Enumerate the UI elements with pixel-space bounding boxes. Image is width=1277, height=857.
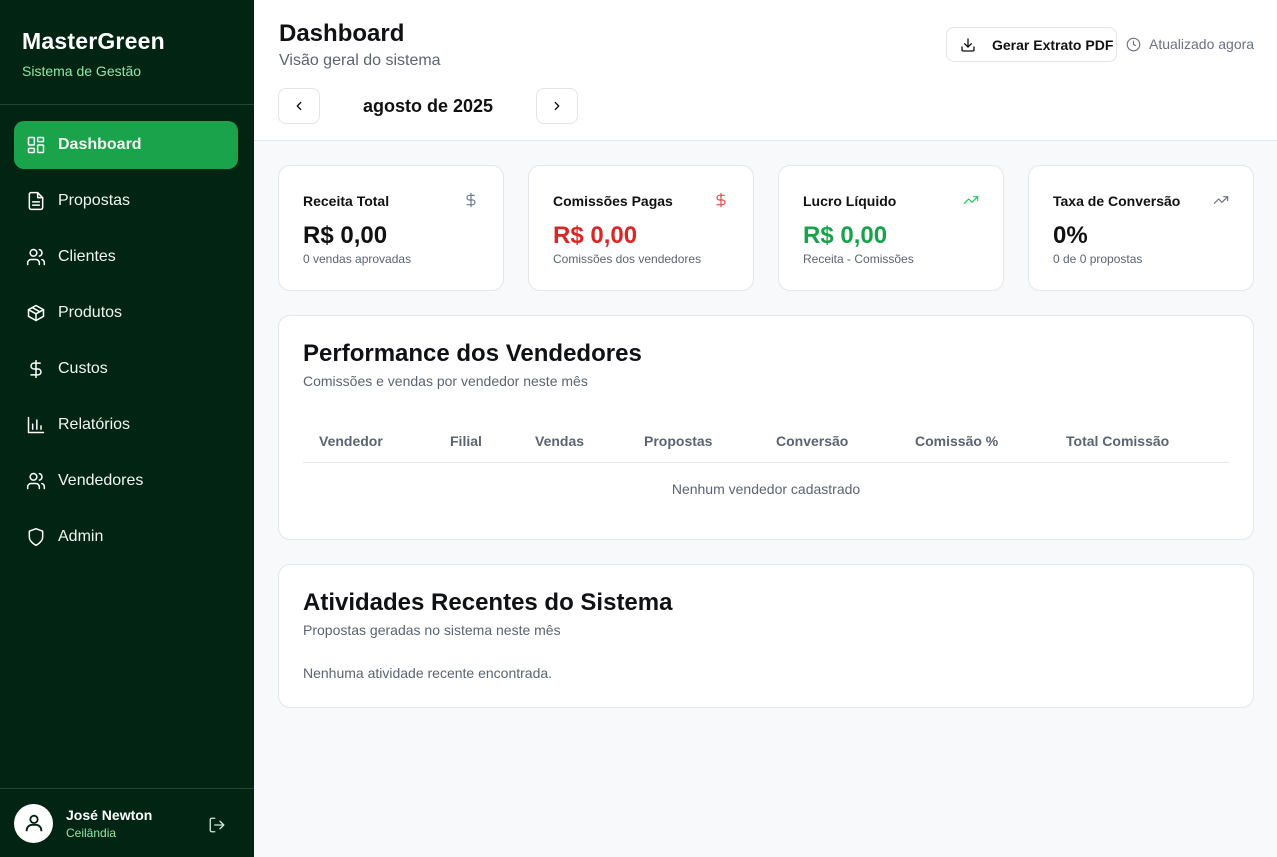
next-month-button[interactable] — [536, 88, 578, 124]
users-icon — [26, 247, 46, 267]
dollar-icon — [463, 192, 479, 208]
stat-note: 0 vendas aprovadas — [303, 252, 412, 266]
activities-title: Atividades Recentes do Sistema — [303, 589, 673, 616]
stat-label: Comissões Pagas — [553, 193, 673, 209]
previous-month-button[interactable] — [278, 88, 320, 124]
sidebar-item-custos[interactable]: Custos — [14, 345, 238, 393]
sidebar-item-label: Admin — [58, 528, 104, 545]
user-name: José Newton — [66, 806, 153, 823]
avatar[interactable] — [14, 803, 53, 843]
stat-note: 0 de 0 propostas — [1053, 252, 1143, 266]
empty-state: Nenhum vendedor cadastrado — [671, 481, 861, 497]
download-icon — [961, 37, 975, 52]
performance-card: Performance dos Vendedores Comissões e v… — [278, 315, 1254, 540]
sidebar-item-label: Produtos — [58, 304, 123, 321]
chevron-left-icon — [296, 101, 302, 111]
column-header: Comissão % — [915, 433, 999, 449]
column-header: Propostas — [644, 433, 713, 449]
brand-title: MasterGreen — [22, 28, 165, 54]
sidebar-item-produtos[interactable]: Produtos — [14, 289, 238, 337]
sidebar-item-label: Relatórios — [58, 416, 131, 433]
activities-subtitle: Propostas geradas no sistema neste mês — [303, 622, 561, 638]
stat-label: Lucro Líquido — [803, 193, 897, 209]
month-label: agosto de 2025 — [362, 96, 494, 116]
chevron-right-icon — [554, 101, 560, 111]
stat-value: R$ 0,00 — [553, 222, 638, 249]
file-text-icon — [26, 191, 46, 211]
generate-pdf-button[interactable]: Gerar Extrato PDF — [946, 27, 1117, 62]
trending-up-icon — [1213, 192, 1229, 208]
user-icon — [25, 814, 42, 832]
stat-label: Receita Total — [303, 193, 390, 209]
generate-pdf-label: Gerar Extrato PDF — [992, 36, 1114, 53]
performance-subtitle: Comissões e vendas por vendedor neste mê… — [303, 373, 588, 389]
page-subtitle: Visão geral do sistema — [279, 52, 441, 69]
sidebar-item-propostas[interactable]: Propostas — [14, 177, 238, 225]
brand-subtitle: Sistema de Gestão — [22, 63, 142, 79]
user-location: Ceilândia — [66, 825, 117, 840]
updated-status: Atualizado agora — [1126, 36, 1254, 52]
layout-dashboard-icon — [26, 135, 46, 155]
page-title: Dashboard — [279, 20, 405, 47]
stat-value: R$ 0,00 — [303, 222, 388, 249]
shield-icon — [26, 527, 46, 547]
dollar-icon — [713, 192, 729, 208]
performance-table-header: Vendedor Filial Vendas Propostas Convers… — [303, 419, 1229, 463]
sidebar-item-dashboard[interactable]: Dashboard — [14, 121, 238, 169]
stat-note: Comissões dos vendedores — [553, 252, 702, 266]
column-header: Conversão — [776, 433, 849, 449]
users-icon — [26, 471, 46, 491]
sidebar: MasterGreen Sistema de Gestão Dashboard … — [0, 0, 254, 857]
user-profile: José Newton Ceilândia — [0, 788, 254, 857]
stat-note: Receita - Comissões — [803, 252, 914, 266]
sidebar-item-label: Dashboard — [58, 136, 142, 153]
sidebar-item-clientes[interactable]: Clientes — [14, 233, 238, 281]
stat-card-conversao: Taxa de Conversão 0% 0 de 0 propostas — [1028, 165, 1254, 291]
stat-card-receita: Receita Total R$ 0,00 0 vendas aprovadas — [278, 165, 504, 291]
brand: MasterGreen Sistema de Gestão — [0, 0, 254, 105]
column-header: Total Comissão — [1066, 433, 1170, 449]
performance-title: Performance dos Vendedores — [303, 340, 642, 367]
clock-icon — [1126, 37, 1141, 51]
trending-up-icon — [963, 192, 979, 208]
activities-card: Atividades Recentes do Sistema Propostas… — [278, 564, 1254, 708]
sidebar-nav: Dashboard Propostas Clientes Produtos Cu… — [0, 105, 254, 561]
stat-value: 0% — [1053, 222, 1088, 249]
stat-value: R$ 0,00 — [803, 222, 888, 249]
updated-label: Atualizado agora — [1149, 36, 1255, 52]
sidebar-item-label: Vendedores — [58, 472, 144, 489]
sidebar-item-vendedores[interactable]: Vendedores — [14, 457, 238, 505]
page-header: Dashboard Visão geral do sistema agosto … — [254, 0, 1277, 141]
stat-card-comissoes: Comissões Pagas R$ 0,00 Comissões dos ve… — [528, 165, 754, 291]
column-header: Vendedor — [319, 433, 383, 449]
package-icon — [26, 303, 46, 323]
user-info: José Newton Ceilândia — [66, 807, 152, 840]
stat-card-lucro: Lucro Líquido R$ 0,00 Receita - Comissõe… — [778, 165, 1004, 291]
sidebar-item-label: Clientes — [58, 248, 116, 265]
sidebar-item-label: Custos — [58, 360, 108, 377]
column-header: Vendas — [535, 433, 585, 449]
sidebar-item-label: Propostas — [58, 192, 131, 209]
dollar-icon — [26, 359, 46, 379]
column-header: Filial — [450, 433, 482, 449]
stat-label: Taxa de Conversão — [1053, 193, 1181, 209]
logout-icon[interactable] — [208, 816, 226, 834]
sidebar-item-admin[interactable]: Admin — [14, 513, 238, 561]
bar-chart-icon — [26, 415, 46, 435]
empty-state: Nenhuma atividade recente encontrada. — [303, 665, 553, 681]
sidebar-item-relatorios[interactable]: Relatórios — [14, 401, 238, 449]
